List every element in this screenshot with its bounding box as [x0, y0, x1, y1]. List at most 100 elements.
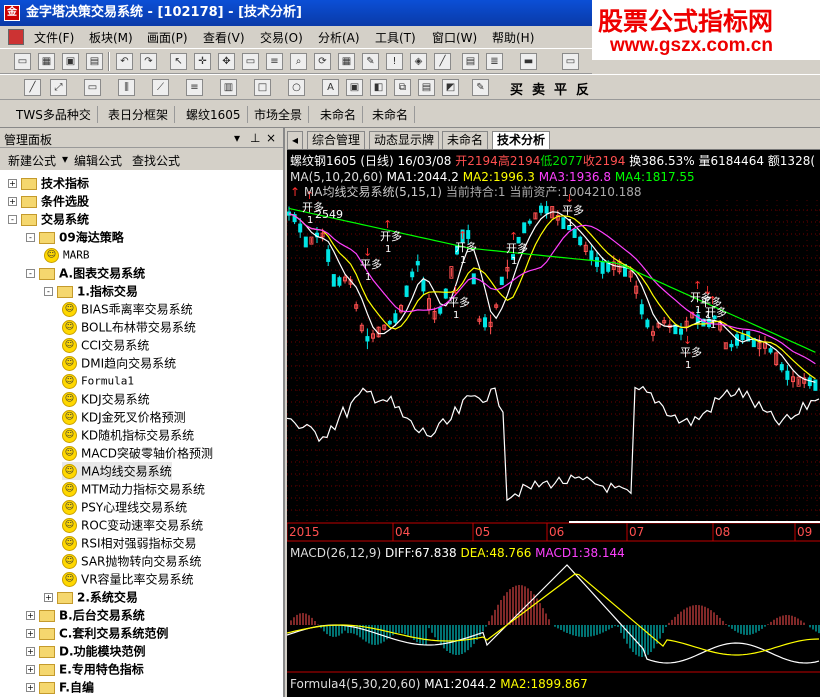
quick-tab-6[interactable]: 未命名 — [372, 106, 416, 123]
tree-folder[interactable]: + 技术指标 — [8, 174, 89, 192]
tree-item[interactable]: ☺ PSY心理线交易系统 — [62, 498, 187, 516]
expand-icon[interactable]: + — [26, 629, 35, 638]
quick-tab-5[interactable]: 未命名 — [320, 106, 364, 123]
tree-item[interactable]: ☺ CCI交易系统 — [62, 336, 149, 354]
expand-icon[interactable]: + — [26, 611, 35, 620]
draw-note-icon[interactable]: ▣ — [346, 79, 363, 96]
tree-item[interactable]: ☺ BIAS乖离率交易系统 — [62, 300, 193, 318]
tree-folder[interactable]: + E.专用特色指标 — [26, 660, 144, 678]
tab-untitled[interactable]: 未命名 — [442, 131, 489, 149]
bars-icon[interactable]: ≣ — [486, 53, 503, 70]
tree-folder[interactable]: + F.自编 — [26, 678, 94, 696]
save-icon[interactable]: ▬ — [520, 53, 537, 70]
tree-item[interactable]: ☺ ROC变动速率交易系统 — [62, 516, 203, 534]
edit-formula-button[interactable]: 编辑公式 — [74, 152, 122, 169]
window-icon[interactable]: ▭ — [242, 53, 259, 70]
tab-scroll-left[interactable]: ◂ — [287, 131, 304, 149]
reverse-button[interactable]: 反 — [576, 79, 591, 98]
crosshair-icon[interactable]: ✛ — [194, 53, 211, 70]
tree-item[interactable]: ☺ RSI相对强弱指标交易 — [62, 534, 197, 552]
view-icon[interactable]: ▦ — [38, 53, 55, 70]
tree-item[interactable]: ☺ VR容量比率交易系统 — [62, 570, 194, 588]
find-formula-button[interactable]: 查找公式 — [132, 152, 180, 169]
tree-item[interactable]: ☺ MARB — [44, 246, 90, 264]
tab-overview[interactable]: 综合管理 — [307, 131, 366, 149]
collapse-icon[interactable]: - — [26, 233, 35, 242]
tree-item[interactable]: ☺ DMI趋向交易系统 — [62, 354, 176, 372]
quick-tab-3[interactable]: 螺纹1605 — [186, 106, 248, 123]
menu-screen[interactable]: 画面(P) — [147, 29, 188, 46]
quick-tab-2[interactable]: 表日分框架 — [108, 106, 176, 123]
draw-hline-icon[interactable]: ▭ — [84, 79, 101, 96]
tree-item[interactable]: ☺ SAR抛物转向交易系统 — [62, 552, 201, 570]
stamp-icon[interactable]: ◩ — [442, 79, 459, 96]
quick-tab-4[interactable]: 市场全景 — [254, 106, 310, 123]
tree-item[interactable]: ☺ Formula1 — [62, 372, 134, 390]
doc-edit-icon[interactable]: ✎ — [362, 53, 379, 70]
pin-icon[interactable]: ⊥ — [250, 131, 260, 145]
tree-folder[interactable]: + D.功能模块范例 — [26, 642, 146, 660]
menu-analysis[interactable]: 分析(A) — [318, 29, 360, 46]
tag-icon[interactable]: ◈ — [410, 53, 427, 70]
expand-icon[interactable]: + — [8, 197, 17, 206]
menu-tools[interactable]: 工具(T) — [375, 29, 416, 46]
tree-folder[interactable]: +2.系统交易 — [44, 588, 138, 606]
menu-trade[interactable]: 交易(O) — [260, 29, 303, 46]
menu-file[interactable]: 文件(F) — [34, 29, 74, 46]
table-icon[interactable]: ▤ — [462, 53, 479, 70]
chart-icon[interactable]: ╱ — [434, 53, 451, 70]
monitor-icon[interactable]: ▭ — [562, 53, 579, 70]
draw-ellipse-icon[interactable]: ○ — [288, 79, 305, 96]
tree-folder[interactable]: - 09海达策略 — [26, 228, 124, 246]
tree-item[interactable]: ☺ KDJ金死叉价格预测 — [62, 408, 186, 426]
tree-folder[interactable]: - 交易系统 — [8, 210, 89, 228]
move-icon[interactable]: ✥ — [218, 53, 235, 70]
collapse-icon[interactable]: - — [8, 215, 17, 224]
tree-folder[interactable]: + C.套利交易系统范例 — [26, 624, 168, 642]
draw-channel-icon[interactable]: ⫼ — [118, 79, 135, 96]
pin-dropdown-icon[interactable]: ▾ — [234, 131, 240, 145]
chevron-down-icon[interactable]: ▾ — [62, 152, 68, 166]
print-icon[interactable]: ▤ — [86, 53, 103, 70]
expand-icon[interactable]: + — [26, 647, 35, 656]
buy-button[interactable]: 买 — [510, 79, 525, 98]
draw-fan-icon[interactable]: ⟋ — [152, 79, 169, 96]
tree-item[interactable]: ☺ MTM动力指标交易系统 — [62, 480, 205, 498]
close-icon[interactable]: × — [266, 131, 276, 145]
draw-rect-icon[interactable]: □ — [254, 79, 271, 96]
chart-area[interactable]: 2015 04 05 06 07 08 09 2549 ↑ 开多 1 ↓ 平多 1 ↑ 开多 1 ↑ 开多 1 ↓ 平多 1… — [287, 150, 820, 697]
draw-text-icon[interactable]: A — [322, 79, 339, 96]
collapse-icon[interactable]: - — [26, 269, 35, 278]
pointer-icon[interactable]: ↖ — [170, 53, 187, 70]
expand-icon[interactable]: + — [26, 665, 35, 674]
layout-icon[interactable]: ▣ — [62, 53, 79, 70]
sell-button[interactable]: 卖 — [532, 79, 547, 98]
draw-line-icon[interactable]: ╱ — [24, 79, 41, 96]
draw-ray-icon[interactable]: ⤢ — [50, 79, 67, 96]
open-icon[interactable]: ▭ — [14, 53, 31, 70]
alert-icon[interactable]: ! — [386, 53, 403, 70]
chart-canvas[interactable]: 2015 04 05 06 07 08 092549↑开多1↓平多1↑开多1↑开多1↓平多1… — [287, 150, 820, 697]
grid-icon[interactable]: ▦ — [338, 53, 355, 70]
menu-view[interactable]: 查看(V) — [203, 29, 245, 46]
tree-item[interactable]: ☺ BOLL布林带交易系统 — [62, 318, 196, 336]
redo-icon[interactable]: ↷ — [140, 53, 157, 70]
draw-gann-icon[interactable]: ▥ — [220, 79, 237, 96]
tree-folder[interactable]: + B.后台交易系统 — [26, 606, 145, 624]
menu-sector[interactable]: 板块(M) — [89, 29, 133, 46]
list-icon[interactable]: ≡ — [266, 53, 283, 70]
flat-button[interactable]: 平 — [554, 79, 569, 98]
refresh-icon[interactable]: ⟳ — [314, 53, 331, 70]
tree-folder[interactable]: + 条件选股 — [8, 192, 89, 210]
expand-icon[interactable]: + — [44, 593, 53, 602]
new-formula-button[interactable]: 新建公式 — [8, 152, 56, 169]
menu-help[interactable]: 帮助(H) — [492, 29, 534, 46]
tree-item[interactable]: ☺ MACD突破零轴价格预测 — [62, 444, 213, 462]
expand-icon[interactable]: + — [26, 683, 35, 692]
collapse-icon[interactable]: - — [44, 287, 53, 296]
undo-icon[interactable]: ↶ — [116, 53, 133, 70]
tab-technical-analysis[interactable]: 技术分析 — [492, 131, 551, 149]
copy-icon[interactable]: ⧉ — [394, 79, 411, 96]
expand-icon[interactable]: + — [8, 179, 17, 188]
tree-folder[interactable]: - A.图表交易系统 — [26, 264, 145, 282]
